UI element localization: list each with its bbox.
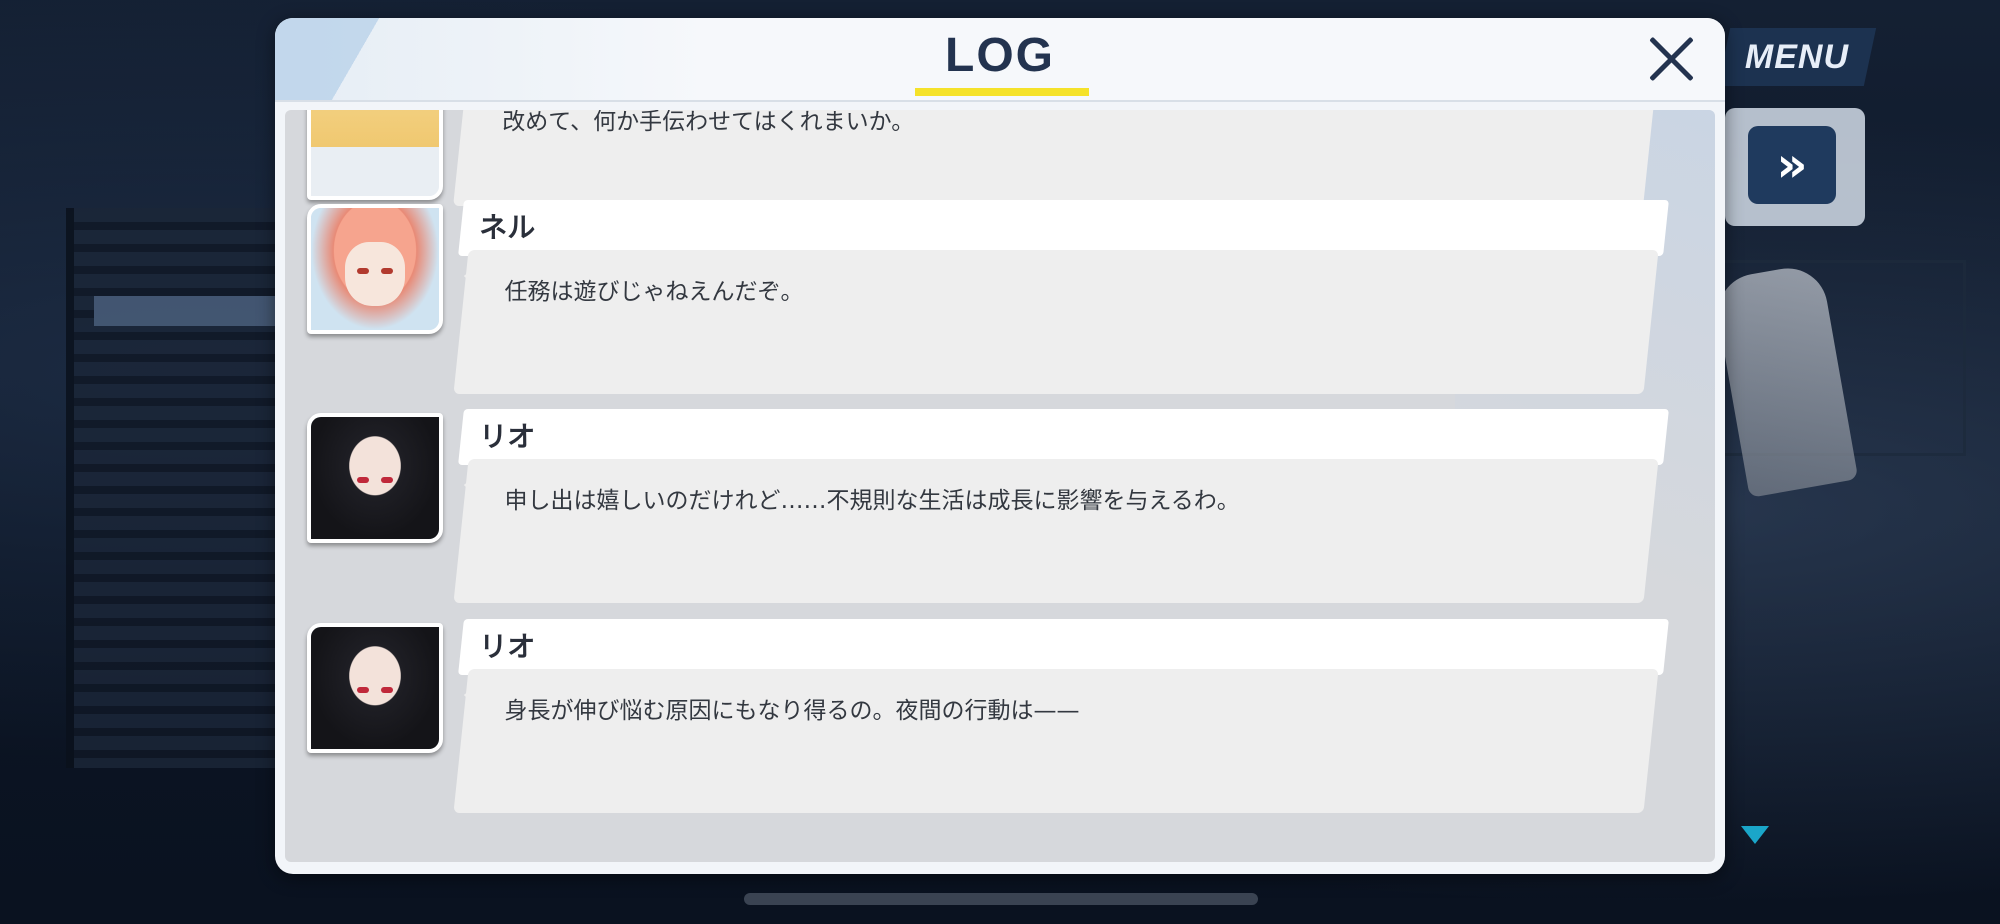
- neru-avatar: [307, 204, 443, 334]
- dialog-title: LOG: [945, 29, 1055, 82]
- dialogue-bubble: 申し出は嬉しいのだけれど……不規則な生活は成長に影響を与えるわ。: [453, 459, 1659, 603]
- close-icon[interactable]: [1645, 32, 1699, 86]
- speaker-name: リオ: [479, 420, 536, 453]
- log-dialog: LOG 改めて、何か手伝わせてはくれまいか。 ネル 任務は遊びじゃねえんだぞ。 …: [275, 18, 1725, 874]
- home-indicator-bar: [744, 893, 1258, 905]
- speaker-namebar: リオ: [458, 619, 1669, 675]
- dialogue-text: 任務は遊びじゃねえんだぞ。: [504, 279, 804, 305]
- title-underline: [915, 88, 1089, 96]
- speaker-name: ネル: [479, 211, 536, 244]
- dialog-header: LOG: [275, 18, 1725, 102]
- speaker-name: リオ: [479, 630, 536, 663]
- fast-forward-button[interactable]: »: [1748, 126, 1836, 204]
- rio-avatar: [307, 623, 443, 753]
- dialogue-text: 身長が伸び悩む原因にもなり得るの。夜間の行動は——: [504, 698, 1080, 724]
- dialogue-bubble: 改めて、何か手伝わせてはくれまいか。: [453, 110, 1659, 206]
- server-rack-illustration: [66, 208, 294, 768]
- menu-button-label: MENU: [1744, 37, 1850, 76]
- log-list[interactable]: 改めて、何か手伝わせてはくれまいか。 ネル 任務は遊びじゃねえんだぞ。 リオ 申…: [285, 110, 1715, 862]
- dialogue-bubble: 身長が伸び悩む原因にもなり得るの。夜間の行動は——: [453, 669, 1659, 813]
- rio-avatar: [307, 413, 443, 543]
- speaker-namebar: リオ: [458, 409, 1669, 465]
- menu-button[interactable]: MENU: [1717, 28, 1877, 86]
- dialogue-text: 改めて、何か手伝わせてはくれまいか。: [502, 110, 915, 135]
- speaker-namebar: ネル: [458, 200, 1669, 256]
- next-indicator-icon: [1741, 826, 1769, 844]
- fast-forward-icon: »: [1776, 137, 1808, 193]
- blonde-character-avatar: [307, 110, 443, 200]
- dialogue-text: 申し出は嬉しいのだけれど……不規則な生活は成長に影響を与えるわ。: [504, 488, 1240, 514]
- dialogue-bubble: 任務は遊びじゃねえんだぞ。: [453, 250, 1659, 394]
